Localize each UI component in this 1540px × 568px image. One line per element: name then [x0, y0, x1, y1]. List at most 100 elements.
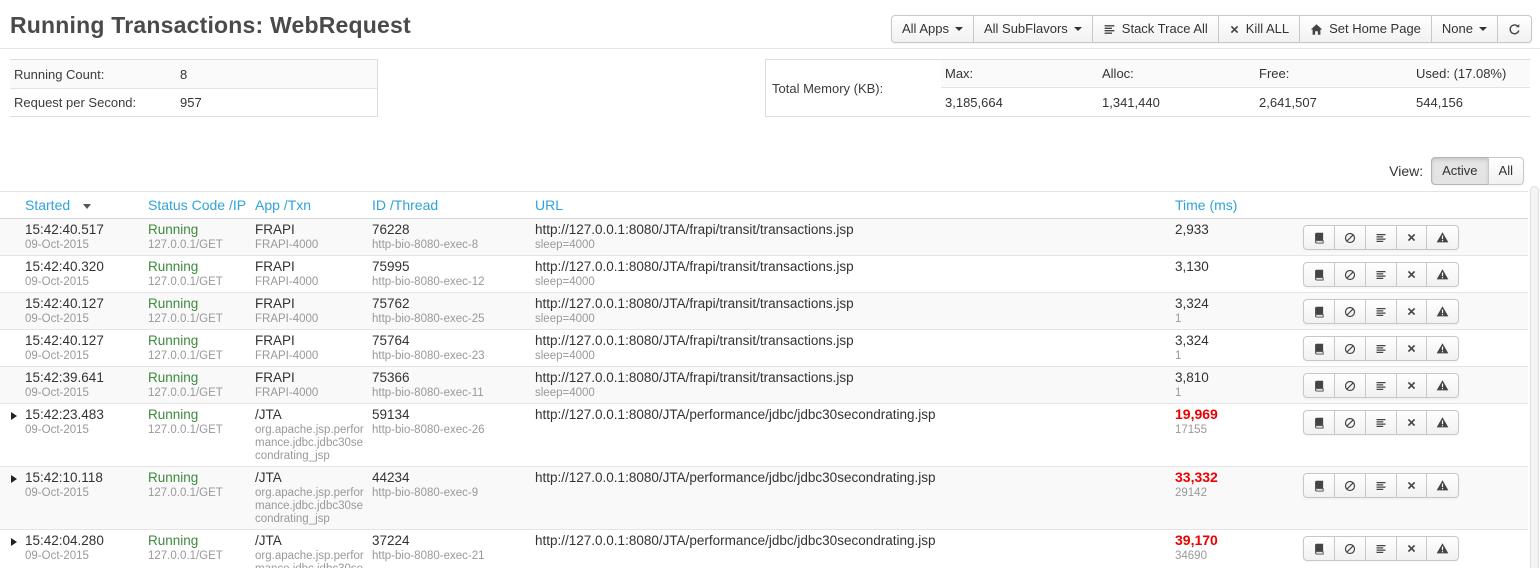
memory-used-header: Used: (17.08%)	[1412, 66, 1530, 81]
details-button[interactable]	[1303, 336, 1335, 361]
details-button[interactable]	[1303, 536, 1335, 561]
app-cell: /JTA org.apache.jsp.performance.jdbc.jdb…	[255, 467, 372, 530]
alert-button[interactable]	[1426, 536, 1459, 561]
total-memory-panel: Total Memory (KB): Max: Alloc: Free: Use…	[765, 59, 1530, 117]
transaction-row: 15:42:04.280 09-Oct-2015 Running 127.0.0…	[0, 530, 1528, 568]
stack-trace-all-button[interactable]: Stack Trace All	[1092, 15, 1219, 43]
elapsed-time: 19,969	[1175, 407, 1285, 422]
actions-cell	[1293, 530, 1528, 568]
stack-trace-button[interactable]	[1365, 336, 1397, 361]
alert-button[interactable]	[1426, 373, 1459, 398]
thread-name: http-bio-8080-exec-11	[372, 387, 527, 400]
status-cell: Running 127.0.0.1/GET	[148, 256, 255, 293]
ban-icon	[1344, 343, 1356, 355]
kill-button[interactable]	[1396, 473, 1427, 498]
details-button[interactable]	[1303, 473, 1335, 498]
started-date: 09-Oct-2015	[25, 487, 140, 500]
transaction-id: 37224	[372, 533, 527, 548]
details-button[interactable]	[1303, 262, 1335, 287]
id-cell: 44234 http-bio-8080-exec-9	[372, 467, 535, 530]
url-cell: http://127.0.0.1:8080/JTA/performance/jd…	[535, 404, 1175, 467]
block-button[interactable]	[1334, 473, 1366, 498]
details-button[interactable]	[1303, 373, 1335, 398]
column-header-started[interactable]: Started	[0, 192, 148, 219]
kill-button[interactable]	[1396, 336, 1427, 361]
vertical-scrollbar[interactable]	[1530, 186, 1539, 568]
x-icon	[1406, 269, 1417, 280]
time-cell: 3,810 1	[1175, 367, 1293, 404]
elapsed-time-sub: 1	[1175, 313, 1285, 326]
alert-button[interactable]	[1426, 410, 1459, 435]
column-header-time[interactable]: Time (ms)	[1175, 192, 1293, 219]
row-actions-group	[1303, 262, 1459, 287]
kill-button[interactable]	[1396, 262, 1427, 287]
column-header-url[interactable]: URL	[535, 192, 1175, 219]
view-all-button[interactable]: All	[1488, 157, 1524, 185]
details-button[interactable]	[1303, 225, 1335, 250]
url-cell: http://127.0.0.1:8080/JTA/performance/jd…	[535, 530, 1175, 568]
elapsed-time: 3,810	[1175, 370, 1285, 385]
column-header-app[interactable]: App /Txn	[255, 192, 372, 219]
stack-trace-button[interactable]	[1365, 373, 1397, 398]
kill-button[interactable]	[1396, 410, 1427, 435]
column-header-id[interactable]: ID /Thread	[372, 192, 535, 219]
running-count-label: Running Count:	[10, 67, 180, 82]
block-button[interactable]	[1334, 336, 1366, 361]
details-button[interactable]	[1303, 410, 1335, 435]
refresh-button[interactable]	[1497, 15, 1532, 43]
running-count-value: 8	[180, 67, 187, 82]
ip-method: 127.0.0.1/GET	[148, 424, 247, 437]
toolbar-button-group: All Apps All SubFlavors Stack Trace All …	[891, 15, 1532, 43]
warning-icon	[1436, 305, 1449, 318]
column-header-status[interactable]: Status Code /IP	[148, 192, 255, 219]
id-cell: 75995 http-bio-8080-exec-12	[372, 256, 535, 293]
alert-button[interactable]	[1426, 225, 1459, 250]
kill-button[interactable]	[1396, 225, 1427, 250]
stack-trace-button[interactable]	[1365, 473, 1397, 498]
thread-name: http-bio-8080-exec-21	[372, 550, 527, 563]
stack-trace-button[interactable]	[1365, 262, 1397, 287]
block-button[interactable]	[1334, 262, 1366, 287]
kill-button[interactable]	[1396, 373, 1427, 398]
url-cell: http://127.0.0.1:8080/JTA/performance/jd…	[535, 467, 1175, 530]
block-button[interactable]	[1334, 410, 1366, 435]
expand-caret-icon[interactable]	[11, 538, 17, 546]
set-home-page-button[interactable]: Set Home Page	[1299, 15, 1432, 43]
alert-button[interactable]	[1426, 473, 1459, 498]
expand-caret-icon[interactable]	[11, 475, 17, 483]
transaction-row: 15:42:40.517 09-Oct-2015 Running 127.0.0…	[0, 219, 1528, 256]
actions-cell	[1293, 467, 1528, 530]
total-memory-grid: Max: Alloc: Free: Used: (17.08%) 3,185,6…	[941, 60, 1530, 116]
memory-headers-row: Max: Alloc: Free: Used: (17.08%)	[941, 60, 1530, 88]
kill-all-button[interactable]: Kill ALL	[1218, 15, 1300, 43]
kill-button[interactable]	[1396, 536, 1427, 561]
kill-button[interactable]	[1396, 299, 1427, 324]
block-button[interactable]	[1334, 225, 1366, 250]
stack-trace-button[interactable]	[1365, 299, 1397, 324]
alert-button[interactable]	[1426, 262, 1459, 287]
expand-caret-icon[interactable]	[11, 412, 17, 420]
all-apps-dropdown[interactable]: All Apps	[891, 15, 974, 43]
all-subflavors-dropdown[interactable]: All SubFlavors	[973, 15, 1093, 43]
stack-trace-button[interactable]	[1365, 225, 1397, 250]
id-cell: 59134 http-bio-8080-exec-26	[372, 404, 535, 467]
row-actions-group	[1303, 336, 1459, 361]
view-active-button[interactable]: Active	[1431, 157, 1488, 185]
block-button[interactable]	[1334, 299, 1366, 324]
alert-button[interactable]	[1426, 299, 1459, 324]
block-button[interactable]	[1334, 536, 1366, 561]
actions-cell	[1293, 256, 1528, 293]
started-cell: 15:42:10.118 09-Oct-2015	[0, 467, 148, 530]
alert-button[interactable]	[1426, 336, 1459, 361]
stack-trace-button[interactable]	[1365, 536, 1397, 561]
transactions-body: 15:42:40.517 09-Oct-2015 Running 127.0.0…	[0, 219, 1528, 568]
x-icon	[1406, 343, 1417, 354]
transaction-id: 59134	[372, 407, 527, 422]
none-dropdown[interactable]: None	[1431, 15, 1498, 43]
book-icon	[1313, 343, 1325, 355]
block-button[interactable]	[1334, 373, 1366, 398]
stack-trace-button[interactable]	[1365, 410, 1397, 435]
view-label: View:	[1389, 163, 1423, 179]
started-date: 09-Oct-2015	[25, 276, 140, 289]
details-button[interactable]	[1303, 299, 1335, 324]
